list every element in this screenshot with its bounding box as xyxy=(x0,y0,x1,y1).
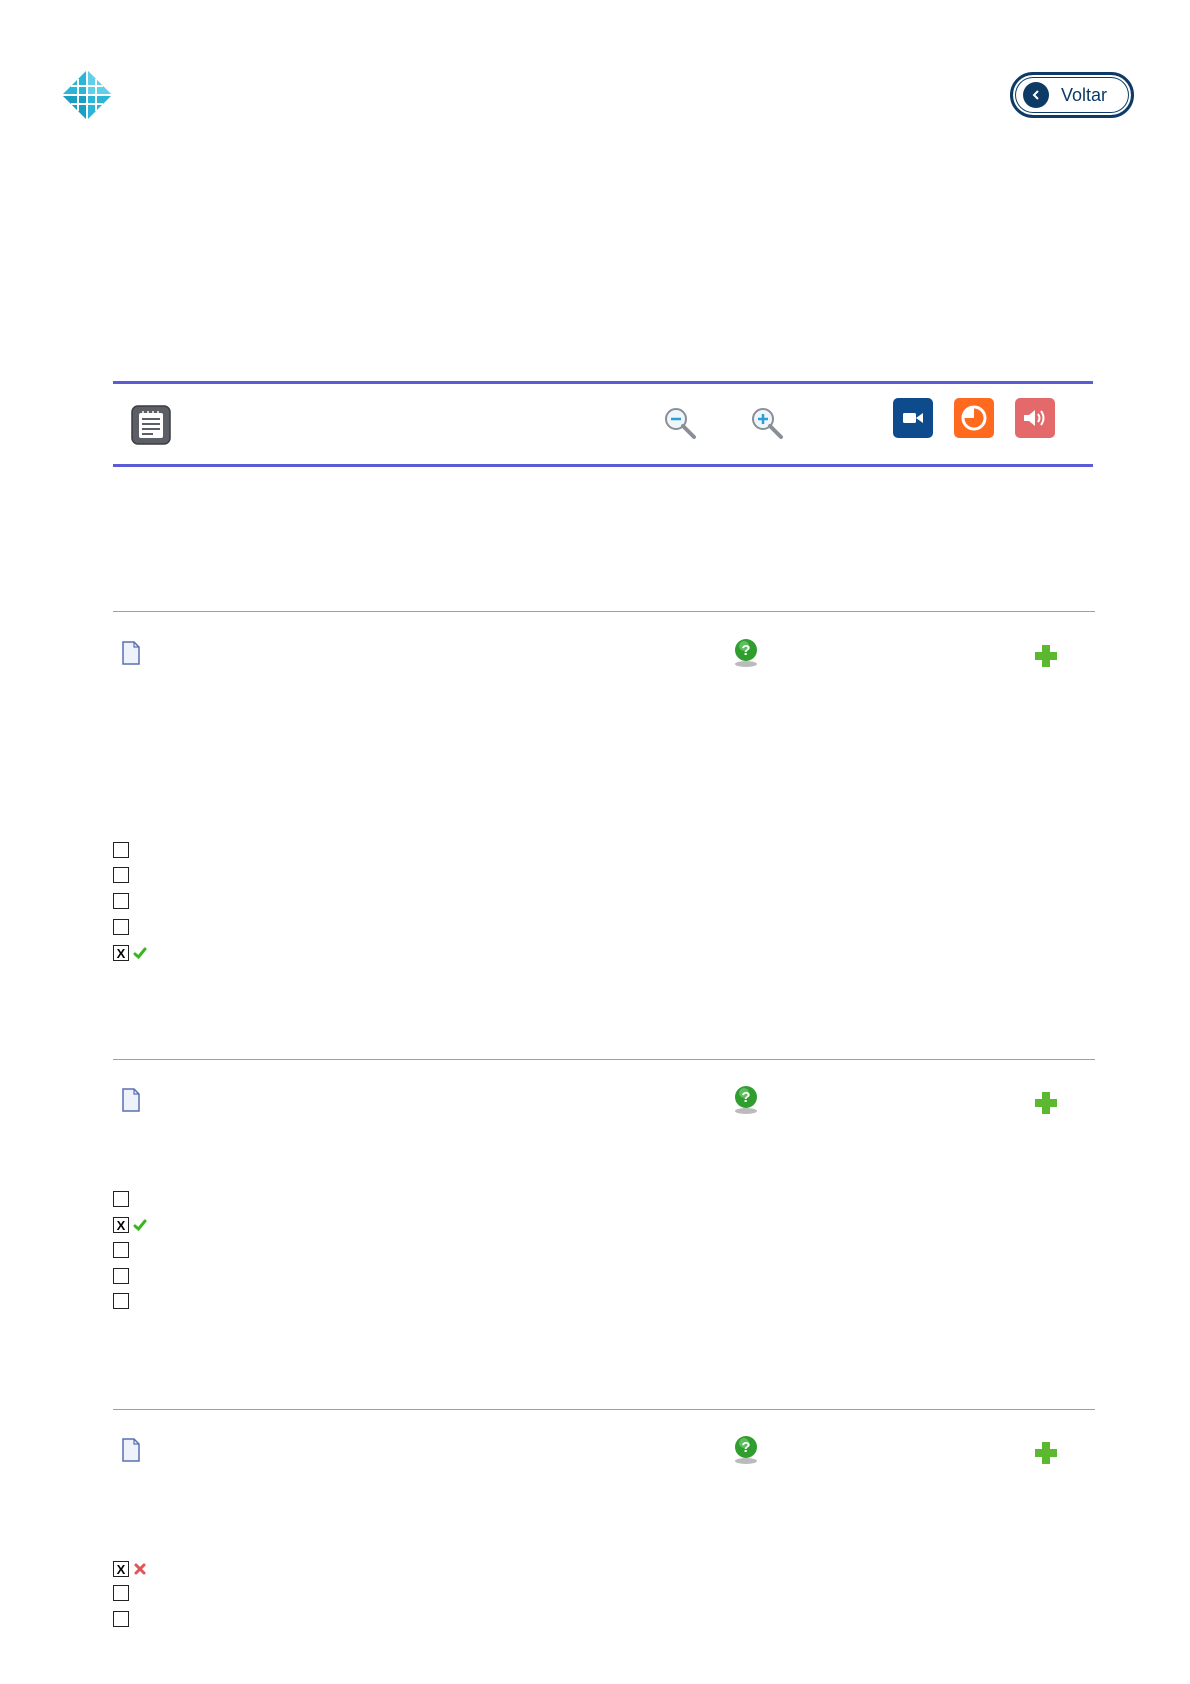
answer-option[interactable] xyxy=(113,1291,153,1311)
answer-option[interactable]: X xyxy=(113,1215,153,1235)
video-button[interactable] xyxy=(893,398,933,438)
answer-checkbox[interactable] xyxy=(113,893,129,909)
answer-checkbox-checked[interactable]: X xyxy=(113,1561,129,1577)
app-logo xyxy=(62,70,112,120)
answer-option[interactable] xyxy=(113,840,153,860)
answer-option[interactable] xyxy=(113,865,153,885)
back-button-label: Voltar xyxy=(1061,84,1108,105)
video-camera-icon xyxy=(903,413,923,423)
help-icon[interactable]: ? xyxy=(732,638,760,668)
zoom-out-icon[interactable] xyxy=(663,406,697,440)
help-icon[interactable]: ? xyxy=(732,1435,760,1465)
answer-checkbox[interactable] xyxy=(113,1268,129,1284)
add-icon[interactable] xyxy=(1033,1440,1059,1466)
answer-option[interactable] xyxy=(113,1189,153,1209)
svg-text:?: ? xyxy=(741,642,750,659)
notepad-icon[interactable] xyxy=(131,405,171,445)
answer-checkbox[interactable] xyxy=(113,1611,129,1627)
question-divider xyxy=(113,1059,1095,1060)
question-header: ? xyxy=(113,638,1095,671)
back-button[interactable]: Voltar xyxy=(1010,72,1134,118)
answer-option[interactable]: X xyxy=(113,1559,153,1579)
check-icon xyxy=(133,1219,147,1232)
document-icon[interactable] xyxy=(121,1088,141,1112)
answer-option[interactable] xyxy=(113,891,153,911)
question-header: ? xyxy=(113,1085,1095,1118)
answer-option[interactable] xyxy=(113,1266,153,1286)
document-icon[interactable] xyxy=(121,1438,141,1462)
answer-checkbox[interactable] xyxy=(113,1293,129,1309)
answer-option[interactable] xyxy=(113,917,153,937)
answer-checkbox-checked[interactable]: X xyxy=(113,945,129,961)
answer-option[interactable] xyxy=(113,1609,153,1629)
answer-checkbox[interactable] xyxy=(113,1242,129,1258)
answer-checkbox[interactable] xyxy=(113,1191,129,1207)
question-divider xyxy=(113,611,1095,612)
answer-option[interactable] xyxy=(113,1583,153,1603)
help-icon[interactable]: ? xyxy=(732,1085,760,1115)
answer-checkbox[interactable] xyxy=(113,1585,129,1601)
check-icon xyxy=(133,947,147,960)
speaker-icon xyxy=(1024,410,1045,426)
answer-option[interactable] xyxy=(113,1240,153,1260)
zoom-in-icon[interactable] xyxy=(750,406,784,440)
chart-button[interactable] xyxy=(954,398,994,438)
chevron-left-icon xyxy=(1023,82,1049,108)
cross-icon xyxy=(134,1563,146,1575)
answer-checkbox[interactable] xyxy=(113,842,129,858)
add-icon[interactable] xyxy=(1033,1090,1059,1116)
svg-text:?: ? xyxy=(741,1439,750,1456)
toolbar xyxy=(113,381,1093,467)
pie-chart-icon xyxy=(961,405,987,431)
audio-button[interactable] xyxy=(1015,398,1055,438)
answer-checkbox-checked[interactable]: X xyxy=(113,1217,129,1233)
question-header: ? xyxy=(113,1435,1095,1468)
answer-checkbox[interactable] xyxy=(113,867,129,883)
question-divider xyxy=(113,1409,1095,1410)
svg-text:?: ? xyxy=(741,1089,750,1106)
answer-option[interactable]: X xyxy=(113,943,153,963)
document-icon[interactable] xyxy=(121,641,141,665)
add-icon[interactable] xyxy=(1033,643,1059,669)
answer-checkbox[interactable] xyxy=(113,919,129,935)
